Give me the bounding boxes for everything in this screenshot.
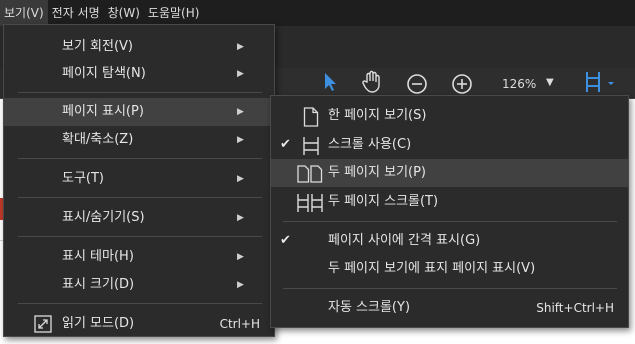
view-menu-dropdown: 보기 회전(V) ▶ 페이지 탐색(N) ▶ 페이지 표시(P) ▶ 확대/축소…: [3, 24, 275, 337]
menu-bar: 보기(V) 전자 서명 창(W) 도움말(H): [0, 0, 635, 26]
menu-item-auto-scroll[interactable]: 자동 스크롤(Y) Shift+Ctrl+H: [271, 294, 628, 322]
menu-item-label: 한 페이지 보기(S): [328, 108, 427, 123]
menu-item-label: 보기 회전(V): [62, 39, 134, 54]
menu-item-label: 두 페이지 보기에 표지 페이지 표시(V): [328, 261, 536, 276]
menu-item-label: 도구(T): [62, 171, 105, 186]
menu-item-label: 표시 테마(H): [62, 249, 134, 264]
menu-item-label: 자동 스크롤(Y): [328, 300, 411, 315]
zoom-level[interactable]: 126%: [502, 77, 536, 91]
menu-item-display-size[interactable]: 표시 크기(D) ▶: [4, 271, 274, 299]
menu-item-label: 확대/축소(Z): [62, 132, 134, 147]
menu-item-enable-scroll[interactable]: ✔ 스크롤 사용(C): [271, 131, 628, 159]
menu-separator: [18, 158, 262, 159]
menu-item-label: 페이지 탐색(N): [62, 66, 146, 81]
menu-item-label: 표시 크기(D): [62, 277, 135, 292]
menu-item-two-page-view[interactable]: 두 페이지 보기(P): [271, 159, 628, 187]
menu-item-read-mode[interactable]: 읽기 모드(D) Ctrl+H: [4, 310, 274, 338]
shortcut-text: Ctrl+H: [219, 317, 260, 331]
submenu-arrow-icon: ▶: [237, 174, 244, 184]
menu-item-single-page[interactable]: 한 페이지 보기(S): [271, 102, 628, 130]
menu-e-signature[interactable]: 전자 서명: [48, 0, 104, 26]
checkmark-icon: ✔: [280, 233, 291, 248]
menu-separator: [283, 288, 617, 289]
menu-item-show-hide[interactable]: 표시/숨기기(S) ▶: [4, 204, 274, 232]
menu-help[interactable]: 도움말(H): [144, 0, 204, 26]
menu-item-two-page-scroll[interactable]: 두 페이지 스크롤(T): [271, 188, 628, 216]
shortcut-text: Shift+Ctrl+H: [536, 301, 614, 315]
read-mode-icon: [34, 315, 52, 344]
two-page-scroll-icon: [297, 193, 323, 224]
menu-item-tools[interactable]: 도구(T) ▶: [4, 165, 274, 193]
menu-separator: [18, 236, 262, 237]
menu-separator: [18, 303, 262, 304]
zoom-dropdown-icon[interactable]: ▼: [546, 77, 554, 88]
menu-item-page-display[interactable]: 페이지 표시(P) ▶: [4, 98, 274, 126]
submenu-arrow-icon: ▶: [237, 252, 244, 262]
menu-separator: [18, 197, 262, 198]
menu-item-display-theme[interactable]: 표시 테마(H) ▶: [4, 243, 274, 271]
menu-item-label: 두 페이지 스크롤(T): [328, 194, 439, 209]
submenu-arrow-icon: ▶: [237, 213, 244, 223]
menu-item-label: 페이지 사이에 간격 표시(G): [328, 233, 481, 248]
page-display-submenu: 한 페이지 보기(S) ✔ 스크롤 사용(C) 두 페이지 보기(P) 두 페이…: [270, 95, 629, 328]
submenu-arrow-icon: ▶: [237, 42, 244, 52]
menu-item-page-navigation[interactable]: 페이지 탐색(N) ▶: [4, 60, 274, 88]
menu-item-zoom[interactable]: 확대/축소(Z) ▶: [4, 126, 274, 154]
page-display-icon[interactable]: [584, 70, 618, 98]
submenu-arrow-icon: ▶: [237, 107, 244, 117]
select-cursor-icon[interactable]: [322, 72, 338, 96]
submenu-arrow-icon: ▶: [237, 280, 244, 290]
menu-item-cover-page[interactable]: 두 페이지 보기에 표지 페이지 표시(V): [271, 255, 628, 283]
menu-window[interactable]: 창(W): [104, 0, 144, 26]
checkmark-icon: ✔: [280, 137, 291, 152]
submenu-arrow-icon: ▶: [237, 69, 244, 79]
menu-item-label: 페이지 표시(P): [62, 104, 144, 119]
menu-item-page-gap[interactable]: ✔ 페이지 사이에 간격 표시(G): [271, 227, 628, 255]
menu-item-label: 스크롤 사용(C): [328, 137, 412, 152]
menu-item-label: 두 페이지 보기(P): [328, 165, 427, 180]
menu-separator: [18, 92, 262, 93]
menu-view[interactable]: 보기(V): [0, 0, 48, 26]
menu-separator: [283, 221, 617, 222]
submenu-arrow-icon: ▶: [237, 135, 244, 145]
menu-item-rotate-view[interactable]: 보기 회전(V) ▶: [4, 33, 274, 61]
menu-item-label: 읽기 모드(D): [62, 316, 135, 331]
menu-item-label: 표시/숨기기(S): [62, 210, 145, 225]
hand-tool-icon[interactable]: [361, 70, 383, 98]
